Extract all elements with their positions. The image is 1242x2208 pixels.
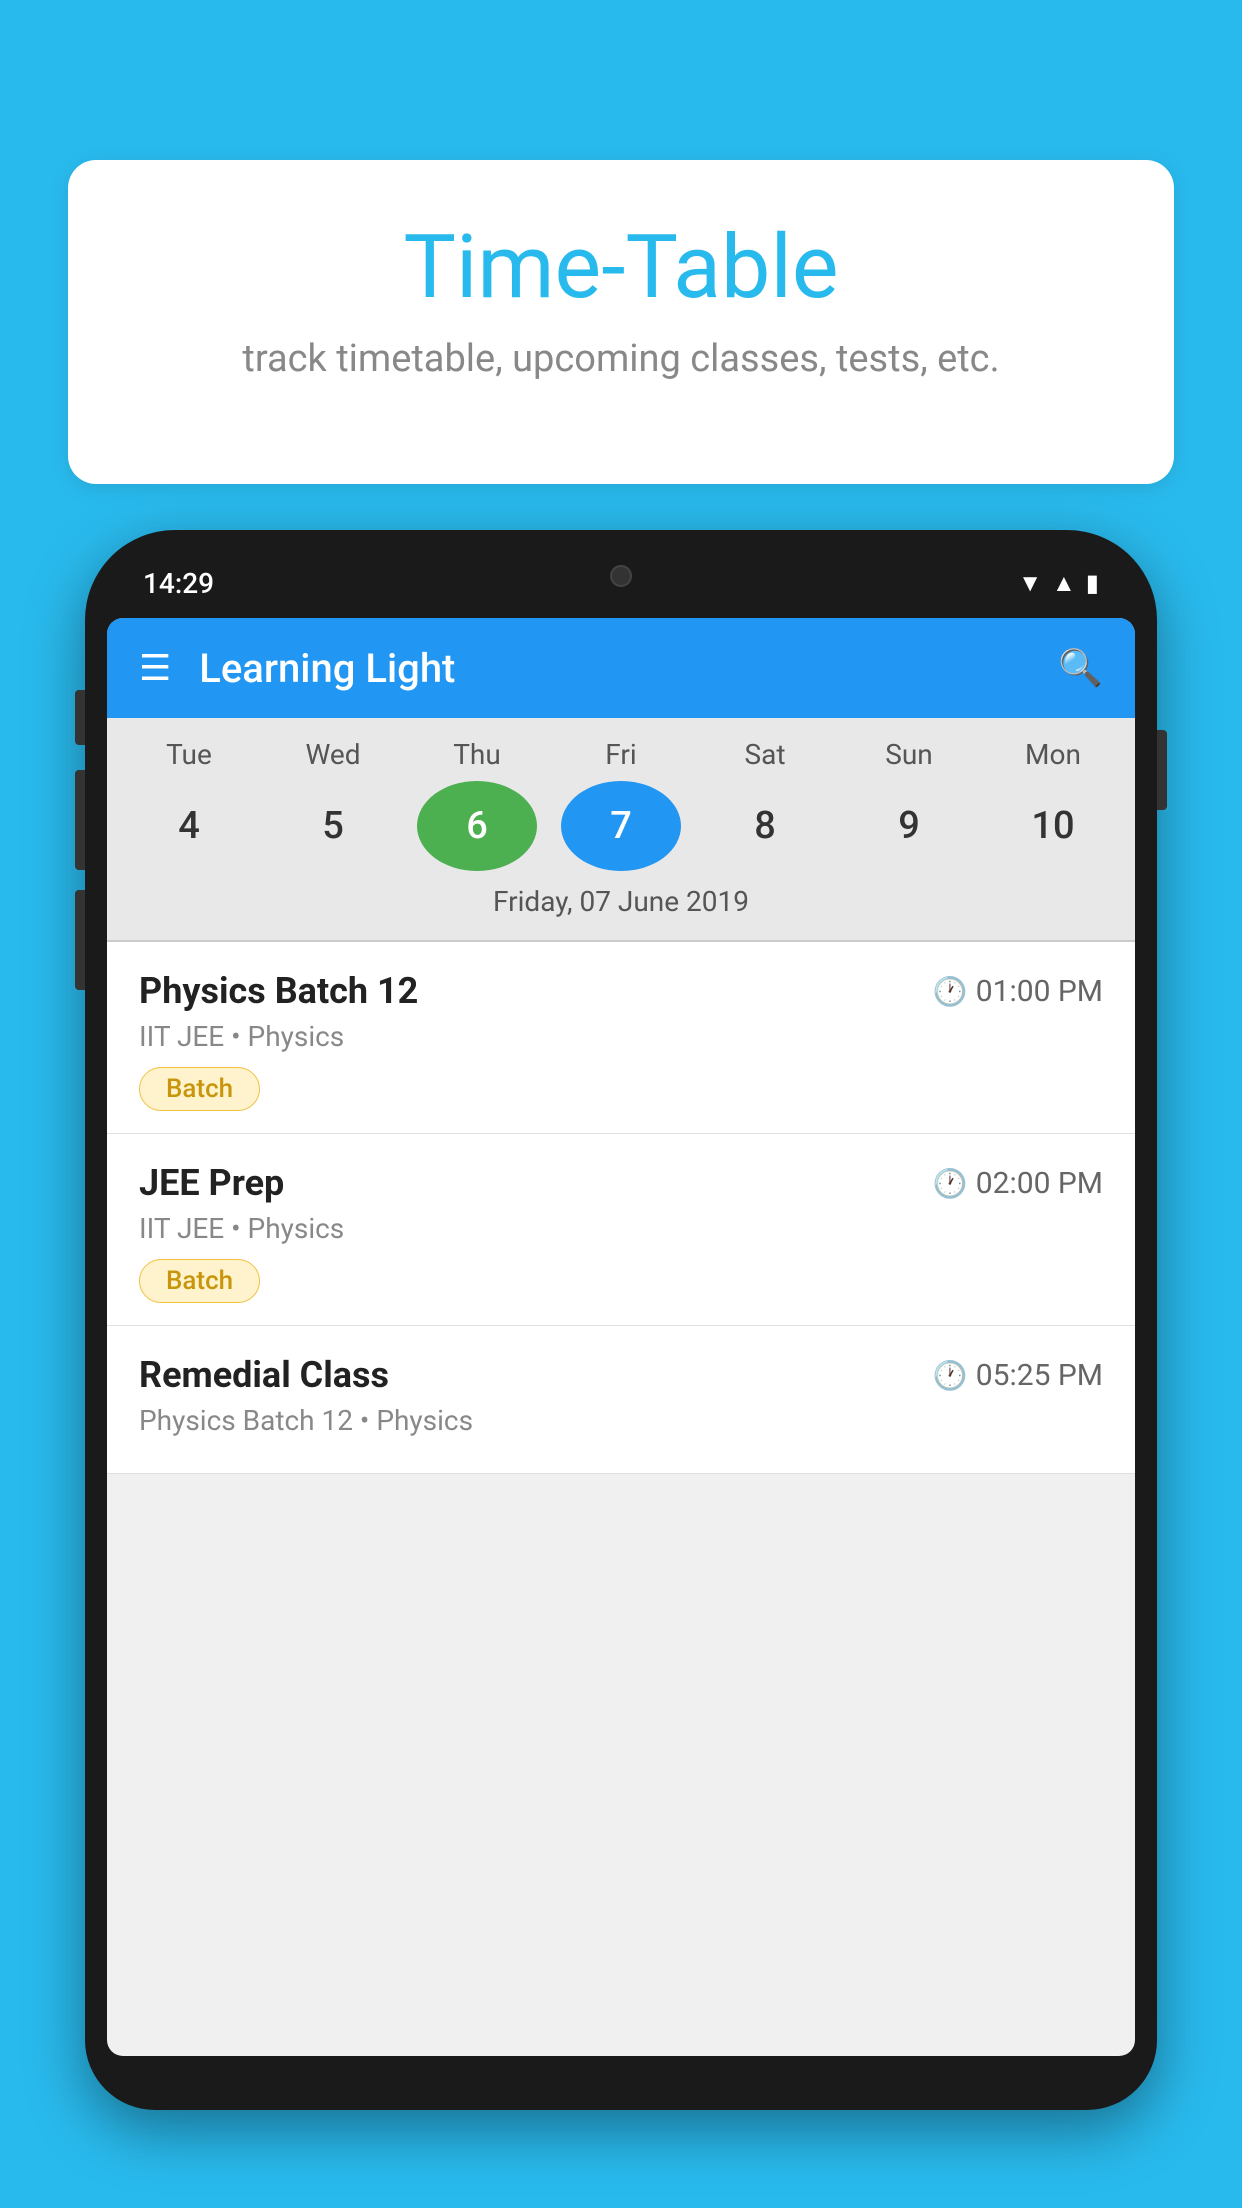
- day-header-wed: Wed: [273, 738, 393, 771]
- schedule-title-1: Physics Batch 12: [139, 970, 418, 1012]
- speech-bubble-card: Time-Table track timetable, upcoming cla…: [68, 160, 1174, 484]
- front-camera: [610, 565, 632, 587]
- schedule-item-header-2: JEE Prep 🕐 02:00 PM: [139, 1162, 1103, 1204]
- schedule-item-remedial[interactable]: Remedial Class 🕐 05:25 PM Physics Batch …: [107, 1326, 1135, 1474]
- day-4[interactable]: 4: [129, 781, 249, 871]
- day-header-tue: Tue: [129, 738, 249, 771]
- schedule-subtitle-3: Physics Batch 12 • Physics: [139, 1404, 1103, 1437]
- volume-down-button: [75, 770, 85, 870]
- search-icon[interactable]: 🔍: [1058, 647, 1103, 689]
- day-8[interactable]: 8: [705, 781, 825, 871]
- schedule-title-3: Remedial Class: [139, 1354, 389, 1396]
- clock-icon-1: 🕐: [933, 975, 968, 1008]
- wifi-icon: ▼: [1018, 569, 1042, 598]
- status-icons: ▼ ▲ ▮: [1018, 569, 1099, 598]
- day-6-today[interactable]: 6: [417, 781, 537, 871]
- speech-bubble-section: Time-Table track timetable, upcoming cla…: [68, 160, 1174, 484]
- day-header-fri: Fri: [561, 738, 681, 771]
- phone-outer: 14:29 ▼ ▲ ▮ ☰ Learning Light 🔍 Tue: [85, 530, 1157, 2110]
- app-bar: ☰ Learning Light 🔍: [107, 618, 1135, 718]
- battery-icon: ▮: [1086, 569, 1099, 597]
- schedule-time-1: 🕐 01:00 PM: [933, 974, 1103, 1009]
- schedule-time-label-1: 01:00 PM: [976, 974, 1103, 1009]
- batch-badge-1: Batch: [139, 1067, 260, 1111]
- status-time: 14:29: [143, 567, 214, 600]
- day-7-selected[interactable]: 7: [561, 781, 681, 871]
- day-10[interactable]: 10: [993, 781, 1113, 871]
- power-button: [1157, 730, 1167, 810]
- day-9[interactable]: 9: [849, 781, 969, 871]
- clock-icon-3: 🕐: [933, 1359, 968, 1392]
- status-bar: 14:29 ▼ ▲ ▮: [103, 548, 1139, 618]
- hamburger-icon[interactable]: ☰: [139, 650, 171, 686]
- schedule-item-header-1: Physics Batch 12 🕐 01:00 PM: [139, 970, 1103, 1012]
- selected-date-label: Friday, 07 June 2019: [117, 885, 1125, 930]
- app-bar-title: Learning Light: [199, 645, 1030, 692]
- calendar-strip: Tue Wed Thu Fri Sat Sun Mon 4 5 6 7 8 9 …: [107, 718, 1135, 940]
- signal-icon: ▲: [1052, 569, 1076, 598]
- phone-wrapper: 14:29 ▼ ▲ ▮ ☰ Learning Light 🔍 Tue: [85, 530, 1157, 2208]
- batch-badge-2: Batch: [139, 1259, 260, 1303]
- phone-screen: ☰ Learning Light 🔍 Tue Wed Thu Fri Sat S…: [107, 618, 1135, 2056]
- schedule-time-2: 🕐 02:00 PM: [933, 1166, 1103, 1201]
- schedule-time-label-2: 02:00 PM: [976, 1166, 1103, 1201]
- schedule-item-header-3: Remedial Class 🕐 05:25 PM: [139, 1354, 1103, 1396]
- bubble-title: Time-Table: [128, 220, 1114, 317]
- schedule-item-jee-prep[interactable]: JEE Prep 🕐 02:00 PM IIT JEE • Physics Ba…: [107, 1134, 1135, 1326]
- day-numbers: 4 5 6 7 8 9 10: [117, 781, 1125, 871]
- bubble-subtitle: track timetable, upcoming classes, tests…: [128, 337, 1114, 381]
- volume-up-button: [75, 690, 85, 745]
- day-header-sat: Sat: [705, 738, 825, 771]
- day-header-sun: Sun: [849, 738, 969, 771]
- schedule-subtitle-1: IIT JEE • Physics: [139, 1020, 1103, 1053]
- schedule-container: Physics Batch 12 🕐 01:00 PM IIT JEE • Ph…: [107, 942, 1135, 1474]
- schedule-time-label-3: 05:25 PM: [976, 1358, 1103, 1393]
- schedule-subtitle-2: IIT JEE • Physics: [139, 1212, 1103, 1245]
- day-header-thu: Thu: [417, 738, 537, 771]
- clock-icon-2: 🕐: [933, 1167, 968, 1200]
- schedule-item-physics-batch[interactable]: Physics Batch 12 🕐 01:00 PM IIT JEE • Ph…: [107, 942, 1135, 1134]
- silent-button: [75, 890, 85, 990]
- day-headers: Tue Wed Thu Fri Sat Sun Mon: [117, 738, 1125, 771]
- schedule-time-3: 🕐 05:25 PM: [933, 1358, 1103, 1393]
- day-5[interactable]: 5: [273, 781, 393, 871]
- day-header-mon: Mon: [993, 738, 1113, 771]
- phone-notch: [556, 548, 686, 603]
- schedule-title-2: JEE Prep: [139, 1162, 284, 1204]
